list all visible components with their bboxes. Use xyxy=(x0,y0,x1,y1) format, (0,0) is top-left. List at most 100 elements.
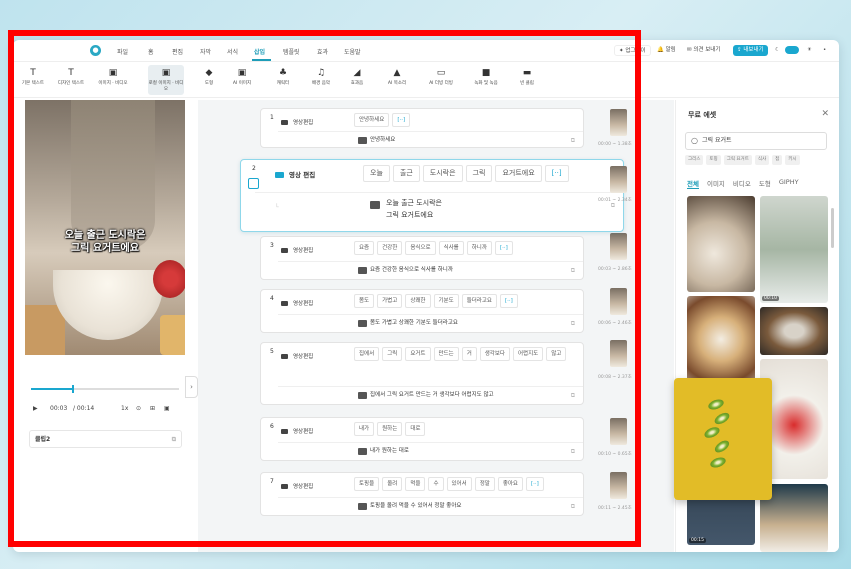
word-chip[interactable]: 있어서 xyxy=(446,477,472,491)
close-icon[interactable]: ✕ xyxy=(821,109,829,119)
tag-chip[interactable]: 토핑 xyxy=(706,155,721,165)
scene-row-1[interactable]: 1 영상편집 안녕하세요 [··] 안녕하세요 ⧉ xyxy=(260,108,584,148)
tab-giphy[interactable]: GIPHY xyxy=(779,178,799,189)
scene-thumbnail[interactable] xyxy=(610,233,627,260)
asset-image[interactable] xyxy=(687,196,755,292)
theme-moon-icon[interactable]: ☾ xyxy=(771,45,784,56)
subtitle-line[interactable]: └ 오늘 출근 도시락은 그릭 요거트에요 ⧉ xyxy=(255,192,623,228)
word-chip[interactable]: 가볍고 xyxy=(377,294,403,308)
subtitle-line[interactable]: 내가 원하는 대로 ⧉ xyxy=(278,442,583,460)
menu-help[interactable]: 도움말 xyxy=(344,47,361,56)
asset-video[interactable]: 00:10 xyxy=(760,196,828,303)
speed-button[interactable]: 1x xyxy=(121,405,128,412)
word-chip[interactable]: 기분도 xyxy=(433,294,459,308)
word-chip[interactable]: 음식으로 xyxy=(405,241,436,255)
link-icon[interactable]: ⧉ xyxy=(571,387,575,404)
word-chip[interactable]: 하니까 xyxy=(466,241,492,255)
menu-home[interactable]: 홈 xyxy=(148,47,154,56)
tab-video[interactable]: 비디오 xyxy=(733,178,751,189)
scene-row-7[interactable]: 7 영상편집 토핑을 올려 먹을 수 있어서 정말 좋아요 [··] 토핑을 올… xyxy=(260,472,584,516)
word-chip[interactable]: 생각보다 xyxy=(479,347,510,361)
menu-subtitle[interactable]: 자막 xyxy=(200,47,211,56)
word-chip[interactable]: 토핑을 xyxy=(354,477,380,491)
scene-row-6[interactable]: 6 영상편집 내가 원하는 대로 내가 원하는 대로 ⧉ xyxy=(260,417,584,461)
word-chip[interactable]: 그릭 xyxy=(465,165,493,182)
scene-row-3[interactable]: 3 영상편집 요즘 건강한 음식으로 식사를 하니까 [··] 요즘 건강한 음… xyxy=(260,236,584,280)
word-chip[interactable]: 도시락은 xyxy=(422,165,463,182)
clip-link-icon[interactable]: ⧉ xyxy=(172,431,176,448)
word-chip[interactable]: 원하는 xyxy=(377,422,403,436)
subtitle-line[interactable]: 요즘 건강한 음식으로 식사를 하니까 ⧉ xyxy=(278,261,583,279)
more-chip[interactable]: [··] xyxy=(526,477,544,491)
seek-bar[interactable] xyxy=(31,385,179,393)
more-options-icon[interactable]: • xyxy=(819,45,830,56)
more-chip[interactable]: [··] xyxy=(544,165,569,182)
feedback-button[interactable]: ✉ 의견 보내기 xyxy=(683,45,724,56)
app-logo-icon[interactable]: ● xyxy=(90,45,101,56)
tag-chip[interactable]: 그릭 요거트 xyxy=(723,155,752,165)
word-chip[interactable]: 좋아요 xyxy=(497,477,523,491)
tool-design-text[interactable]: T 디자인 텍스트 xyxy=(51,65,91,95)
scene-row-4[interactable]: 4 영상편집 몸도 가볍고 상쾌한 기분도 들더라고요 [··] 몸도 가볍고 … xyxy=(260,289,584,333)
tool-empty-clip[interactable]: ▬ 빈 클립 xyxy=(509,65,545,95)
word-chip[interactable]: 들더라고요 xyxy=(461,294,497,308)
subtitle-line[interactable]: 몸도 가볍고 상쾌한 기분도 들더라고요 ⧉ xyxy=(278,314,583,332)
scene-thumbnail[interactable] xyxy=(610,472,627,499)
theme-toggle[interactable] xyxy=(785,46,799,54)
word-chip[interactable]: 건강한 xyxy=(377,241,403,255)
scene-thumbnail[interactable] xyxy=(610,288,627,315)
tool-bgm[interactable]: ♫ 배경 음악 xyxy=(303,65,339,95)
tool-sfx[interactable]: ◢ 효과음 xyxy=(339,65,375,95)
link-icon[interactable]: ⧉ xyxy=(571,262,575,279)
tool-record[interactable]: ■ 녹화 및 녹음 xyxy=(466,65,506,95)
menu-edit[interactable]: 편집 xyxy=(172,47,183,56)
word-chip[interactable]: 식사를 xyxy=(438,241,464,255)
link-icon[interactable]: ⧉ xyxy=(571,315,575,332)
menu-effects[interactable]: 효과 xyxy=(317,47,328,56)
tab-image[interactable]: 이미지 xyxy=(707,178,725,189)
menu-template[interactable]: 템플릿 xyxy=(283,47,300,56)
export-button[interactable]: ⇪ 내보내기 xyxy=(733,45,768,56)
scene-row-5[interactable]: 5 영상편집 집에서 그릭 요거트 만드는 거 생각보다 어렵지도 않고 집에서… xyxy=(260,342,584,405)
grid-icon[interactable]: ⊞ xyxy=(150,405,155,412)
word-chip[interactable]: 내가 xyxy=(354,422,375,436)
word-chip[interactable]: 출근 xyxy=(392,165,420,182)
video-preview[interactable]: 오늘 출근 도시락은 그릭 요거트에요 xyxy=(25,100,185,355)
word-chip[interactable]: 수 xyxy=(428,477,444,491)
subtitle-line[interactable]: 안녕하세요 ⧉ xyxy=(278,131,583,149)
word-chip[interactable]: 요거트 xyxy=(405,347,431,361)
menu-format[interactable]: 서식 xyxy=(227,47,238,56)
word-chip[interactable]: 먹을 xyxy=(405,477,426,491)
scene-select-checkbox[interactable] xyxy=(248,178,259,189)
tool-image-video[interactable]: ▣ 이미지 · 비디오 xyxy=(93,65,133,95)
scene-thumbnail[interactable] xyxy=(610,109,627,136)
upgrade-button[interactable]: ✦ 업그레이 xyxy=(614,45,651,56)
word-chip[interactable]: 몸도 xyxy=(354,294,375,308)
asset-search-input[interactable]: ○ 그릭 요거트 xyxy=(685,132,827,150)
word-chip[interactable]: 올려 xyxy=(382,477,403,491)
fullscreen-icon[interactable]: ▣ xyxy=(164,405,170,412)
word-chip[interactable]: 않고 xyxy=(546,347,567,361)
panel-scrollbar[interactable] xyxy=(831,208,834,248)
word-chip[interactable]: 정말 xyxy=(474,477,495,491)
tool-ai-image[interactable]: ▣ AI 이미지 xyxy=(224,65,260,95)
link-icon[interactable]: ⧉ xyxy=(571,132,575,149)
word-chip[interactable]: 상쾌한 xyxy=(405,294,431,308)
more-chip[interactable]: [··] xyxy=(392,113,411,127)
tag-chip[interactable]: 키시 xyxy=(785,155,800,165)
word-chip[interactable]: 그릭 xyxy=(382,347,403,361)
dragged-asset-kiwi[interactable] xyxy=(674,378,772,500)
scene-thumbnail[interactable] xyxy=(610,418,627,445)
more-chip[interactable]: [··] xyxy=(500,294,518,308)
tool-local-media[interactable]: ▣ 로컬 이미지 · 비디오 xyxy=(148,65,184,95)
clip-card[interactable]: 클립2 ⧉ xyxy=(29,430,182,448)
scene-thumbnail[interactable] xyxy=(610,340,627,367)
menu-file[interactable]: 파일 xyxy=(117,47,128,56)
more-chip[interactable]: [··] xyxy=(494,241,513,255)
word-chip[interactable]: 요즘 xyxy=(354,241,375,255)
word-chip[interactable]: 오늘 xyxy=(363,165,390,182)
tag-chip[interactable]: 접 xyxy=(772,155,783,165)
sun-icon[interactable]: ☀ xyxy=(803,45,816,56)
tool-ai-voice[interactable]: ▲ AI 목소리 xyxy=(379,65,415,95)
seek-handle[interactable] xyxy=(72,385,75,393)
